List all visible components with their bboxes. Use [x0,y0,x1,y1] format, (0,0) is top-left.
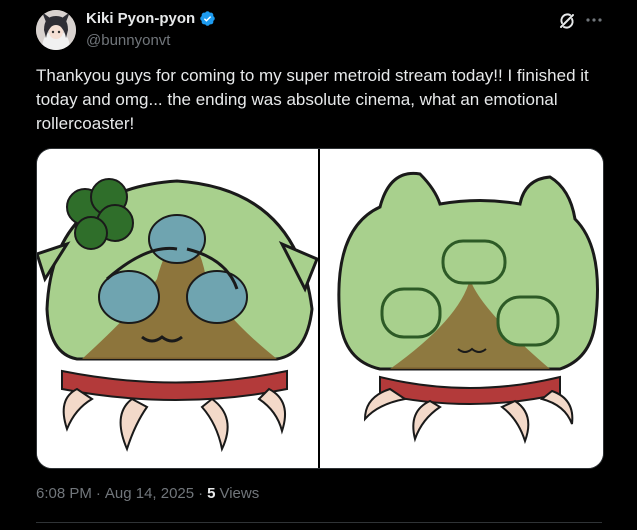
tweet-date[interactable]: Aug 14, 2025 [105,485,194,502]
views-count[interactable]: 5 [207,485,215,502]
grok-icon[interactable] [557,11,577,31]
metroid-with-face-illustration [37,178,319,453]
divider [36,522,602,523]
views-label: Views [219,485,260,502]
metroid-illustration [337,171,599,445]
author-name-row[interactable]: Kiki Pyon-pyon [86,10,216,27]
avatar-image [36,10,76,50]
avatar[interactable] [36,10,76,50]
author-handle[interactable]: @bunnyonvt [86,32,170,49]
tweet-media[interactable] [36,148,604,469]
tweet-meta: 6:08 PM · Aug 14, 2025 · 5 Views [36,485,259,502]
verified-badge-icon [199,10,216,27]
meta-separator: · [95,485,101,502]
media-image-right[interactable] [320,149,603,468]
tweet: Kiki Pyon-pyon @bunnyonvt Thankyou guys … [0,0,637,530]
media-image-left[interactable] [37,149,319,468]
meta-separator: · [198,485,204,502]
display-name[interactable]: Kiki Pyon-pyon [86,10,195,27]
clover-icon [66,178,134,250]
tweet-time[interactable]: 6:08 PM [36,485,92,502]
more-icon[interactable] [584,10,604,30]
tweet-text: Thankyou guys for coming to my super met… [36,66,589,133]
